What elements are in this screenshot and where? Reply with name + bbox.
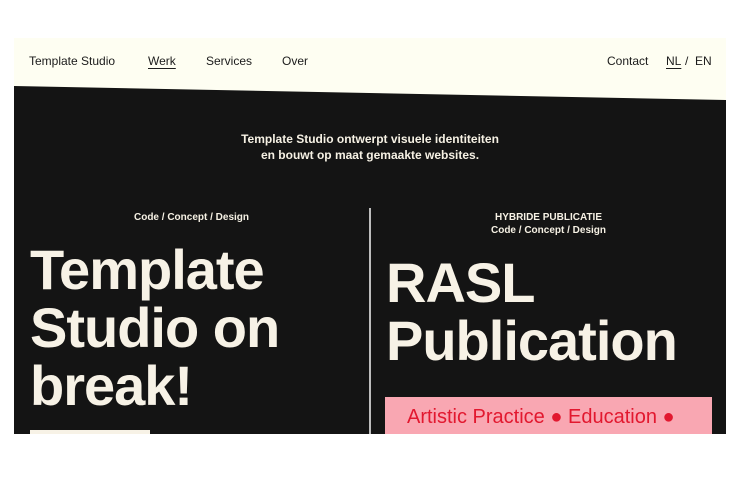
column-divider bbox=[369, 208, 371, 434]
browser-viewport: Template Studio Werk Services Over Conta… bbox=[14, 38, 726, 434]
intro-line-1: Template Studio ontwerpt visuele identit… bbox=[241, 132, 499, 146]
language-nl-link[interactable]: NL bbox=[666, 54, 681, 68]
nav-item-services[interactable]: Services bbox=[206, 54, 252, 68]
nav-item-werk[interactable]: Werk bbox=[148, 54, 176, 68]
right-title-line-2: Publication bbox=[386, 309, 678, 372]
right-tag-line-1: HYBRIDE PUBLICATIE bbox=[494, 212, 603, 223]
right-tag-line-2: Code / Concept / Design bbox=[490, 225, 606, 236]
brand-link[interactable]: Template Studio bbox=[29, 54, 115, 68]
nav-item-over[interactable]: Over bbox=[282, 54, 308, 68]
left-card-title-link[interactable]: Template Studio on break! bbox=[30, 238, 280, 417]
left-title-line-2: Studio on bbox=[30, 296, 280, 359]
left-card-tag: Code / Concept / Design bbox=[133, 212, 249, 223]
intro-text: Template Studio ontwerpt visuele identit… bbox=[14, 131, 726, 163]
right-card-banner: Artistic Practice ● Education ● bbox=[385, 397, 712, 434]
left-card-underline bbox=[30, 430, 150, 434]
right-title-line-1: RASL bbox=[386, 251, 535, 314]
language-en-link[interactable]: EN bbox=[695, 54, 712, 68]
right-card-title-link[interactable]: RASL Publication bbox=[386, 251, 678, 372]
left-title-line-1: Template bbox=[30, 238, 265, 301]
contact-link[interactable]: Contact bbox=[607, 54, 648, 68]
language-separator: / bbox=[685, 54, 689, 68]
left-title-line-3: break! bbox=[30, 354, 193, 417]
right-card-tag: HYBRIDE PUBLICATIE Code / Concept / Desi… bbox=[371, 211, 726, 237]
intro-line-2: en bouwt op maat gemaakte websites. bbox=[260, 148, 480, 162]
